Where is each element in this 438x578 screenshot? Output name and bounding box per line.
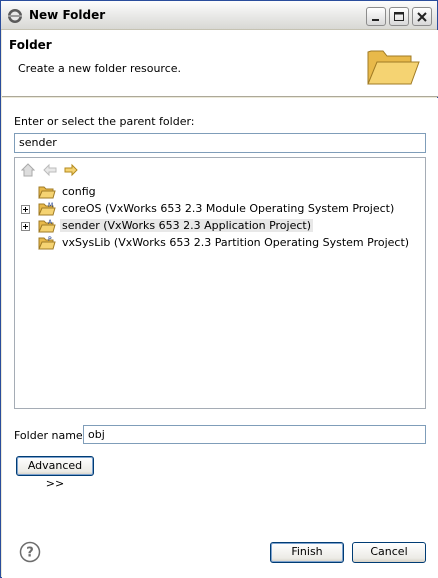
forward-arrow-icon[interactable] xyxy=(64,163,78,180)
back-arrow-icon[interactable] xyxy=(42,163,57,180)
parent-folder-label: Enter or select the parent folder: xyxy=(14,115,195,128)
tree-item-label: vxSysLib (VxWorks 653 2.3 Partition Oper… xyxy=(62,236,410,249)
home-icon[interactable] xyxy=(20,163,36,180)
expand-toggle-icon[interactable] xyxy=(21,221,30,231)
banner-title: Folder xyxy=(9,38,52,52)
close-button[interactable] xyxy=(412,7,432,26)
open-folder-icon xyxy=(365,44,421,93)
help-icon[interactable]: ? xyxy=(19,541,41,563)
maximize-button[interactable] xyxy=(389,7,409,26)
project-badge: P xyxy=(48,236,52,243)
advanced-button[interactable]: Advanced >> xyxy=(16,456,94,490)
folder-tree[interactable]: config M coreOS (VxWorks 653 2.3 Module … xyxy=(14,157,426,409)
help-glyph: ? xyxy=(26,546,34,561)
tree-item-label: sender (VxWorks 653 2.3 Application Proj… xyxy=(60,219,314,232)
tree-item-label: coreOS (VxWorks 653 2.3 Module Operating… xyxy=(62,202,395,215)
cancel-button[interactable]: Cancel xyxy=(352,542,426,563)
expand-toggle-icon[interactable] xyxy=(21,204,30,214)
eclipse-app-icon xyxy=(7,8,23,24)
tree-toolbar xyxy=(20,163,82,180)
project-badge: M xyxy=(48,202,53,209)
finish-button[interactable]: Finish xyxy=(270,542,344,563)
wizard-banner: Folder Create a new folder resource. xyxy=(2,30,438,97)
banner-description: Create a new folder resource. xyxy=(18,62,182,75)
parent-folder-input[interactable]: sender xyxy=(14,133,426,153)
folder-name-label: Folder name: xyxy=(14,429,87,442)
new-folder-dialog: New Folder Folder Create a new folder re… xyxy=(0,0,438,578)
window-title: New Folder xyxy=(29,8,106,22)
tree-item-label: config xyxy=(62,185,96,198)
folder-name-input[interactable]: obj xyxy=(83,425,426,444)
project-folder-icon: P xyxy=(38,235,56,254)
dialog-body: Enter or select the parent folder: sende… xyxy=(2,98,438,578)
title-bar[interactable]: New Folder xyxy=(1,1,437,30)
minimize-button[interactable] xyxy=(366,7,386,26)
